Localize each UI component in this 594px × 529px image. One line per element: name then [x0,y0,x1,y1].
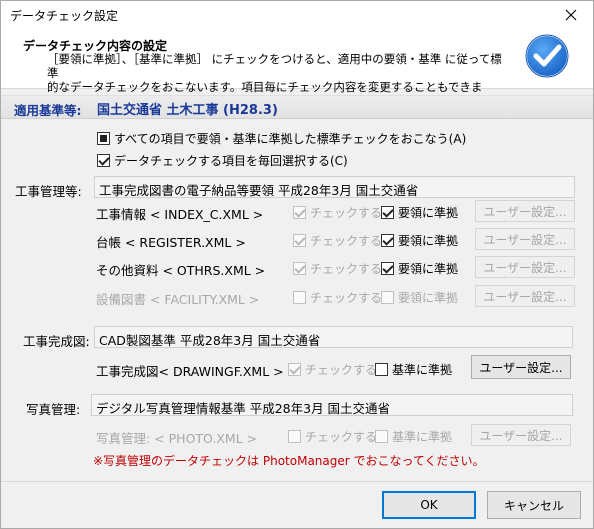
row-drawingf-comply-label: 基準に準拠 [392,363,453,377]
row-facility-check-label: チェックする [310,291,383,305]
row-index-c-check-checkbox[interactable] [293,206,306,219]
close-button[interactable] [549,1,593,29]
row-facility-user-settings-button[interactable]: ユーザー設定... [475,285,575,307]
row-photo-check-checkbox[interactable] [288,430,301,443]
row-photo-check[interactable]: チェックする [288,428,377,445]
row-facility-comply[interactable]: 要領に準拠 [381,289,458,306]
kansei-zu-label: 工事完成図: [23,334,90,349]
row-register-user-settings-button[interactable]: ユーザー設定... [475,228,575,250]
koji-kanri-field: 工事完成図書の電子納品等要領 平成28年3月 国土交通省 [94,176,575,198]
row-index-c-label: 工事情報 < INDEX_C.XML > [96,207,264,222]
kansei-zu-field: CAD製図基準 平成28年3月 国土交通省 [94,326,573,348]
row-register-check[interactable]: チェックする [293,232,382,249]
option-all-items[interactable]: すべての項目で要領・基準に準拠した標準チェックをおこなう(A) [97,130,466,147]
applied-standard-label: 適用基準等: [14,103,82,118]
option-all-items-label: すべての項目で要領・基準に準拠した標準チェックをおこなう(A) [114,132,467,146]
option-select-each-checkbox[interactable] [97,154,110,167]
row-register-label: 台帳 < REGISTER.XML > [96,235,246,250]
row-drawingf-label: 工事完成図< DRAWINGF.XML > [96,364,284,379]
option-all-items-checkbox[interactable] [97,132,110,145]
row-facility-check[interactable]: チェックする [293,289,382,306]
row-photo-comply[interactable]: 基準に準拠 [375,428,452,445]
row-othrs-comply-label: 要領に準拠 [398,262,459,276]
row-index-c-comply-label: 要領に準拠 [398,206,459,220]
row-index-c-comply[interactable]: 要領に準拠 [381,204,458,221]
shashin-label: 写真管理: [26,402,81,417]
header-description-line1: ［要領に準拠］、［基準に準拠］ にチェックをつけると、適用中の要領・基準 に従っ… [47,52,502,80]
ok-button[interactable]: OK [382,491,476,519]
row-drawingf-check[interactable]: チェックする [288,361,377,378]
applied-standard-value: 国土交通省 土木工事 (H28.3) [97,103,278,118]
row-drawingf-check-label: チェックする [305,363,378,377]
row-photo-check-label: チェックする [305,430,378,444]
dialog-header: データチェック内容の設定 ［要領に準拠］、［基準に準拠］ にチェックをつけると、… [1,29,593,108]
row-othrs-check[interactable]: チェックする [293,260,382,277]
row-register-comply[interactable]: 要領に準拠 [381,232,458,249]
row-photo-user-settings-button[interactable]: ユーザー設定... [471,424,571,446]
row-facility-comply-label: 要領に準拠 [398,291,459,305]
row-drawingf-user-settings-button[interactable]: ユーザー設定... [471,355,571,379]
row-facility-comply-checkbox[interactable] [381,291,394,304]
title-bar: データチェック設定 [1,1,593,29]
photo-warning-note: ※写真管理のデータチェックは PhotoManager でおこなってください。 [93,454,485,468]
row-index-c-check[interactable]: チェックする [293,204,382,221]
row-drawingf-check-checkbox[interactable] [288,363,301,376]
row-photo-comply-label: 基準に準拠 [392,430,453,444]
applied-standard-row: 適用基準等: 国土交通省 土木工事 (H28.3) [1,95,593,119]
row-register-comply-checkbox[interactable] [381,234,394,247]
row-facility-label: 設備図書 < FACILITY.XML > [96,292,260,307]
dialog-window: データチェック設定 データチェック内容の設定 ［要領に準拠］、［基準に準拠］ に… [0,0,594,529]
row-othrs-comply[interactable]: 要領に準拠 [381,260,458,277]
row-register-comply-label: 要領に準拠 [398,234,459,248]
row-facility-check-checkbox[interactable] [293,291,306,304]
row-register-check-checkbox[interactable] [293,234,306,247]
footer-divider [1,481,593,482]
row-index-c-user-settings-button[interactable]: ユーザー設定... [475,200,575,222]
row-othrs-check-checkbox[interactable] [293,262,306,275]
window-title: データチェック設定 [10,9,119,23]
row-register-check-label: チェックする [310,234,383,248]
row-othrs-user-settings-button[interactable]: ユーザー設定... [475,256,575,278]
row-othrs-comply-checkbox[interactable] [381,262,394,275]
row-drawingf-comply-checkbox[interactable] [375,363,388,376]
row-drawingf-comply[interactable]: 基準に準拠 [375,361,452,378]
row-photo-comply-checkbox[interactable] [375,430,388,443]
close-icon [565,9,577,21]
row-photo-label: 写真管理: < PHOTO.XML > [96,431,258,446]
shashin-field: デジタル写真管理情報基準 平成28年3月 国土交通省 [91,394,573,416]
option-select-each[interactable]: データチェックする項目を毎回選択する(C) [97,152,348,169]
row-othrs-label: その他資料 < OTHRS.XML > [96,263,266,278]
row-index-c-comply-checkbox[interactable] [381,206,394,219]
cancel-button[interactable]: キャンセル [487,491,581,519]
row-othrs-check-label: チェックする [310,262,383,276]
row-index-c-check-label: チェックする [310,206,383,220]
koji-kanri-label: 工事管理等: [15,184,82,199]
option-select-each-label: データチェックする項目を毎回選択する(C) [114,154,348,168]
checkmark-badge-icon [525,34,569,78]
